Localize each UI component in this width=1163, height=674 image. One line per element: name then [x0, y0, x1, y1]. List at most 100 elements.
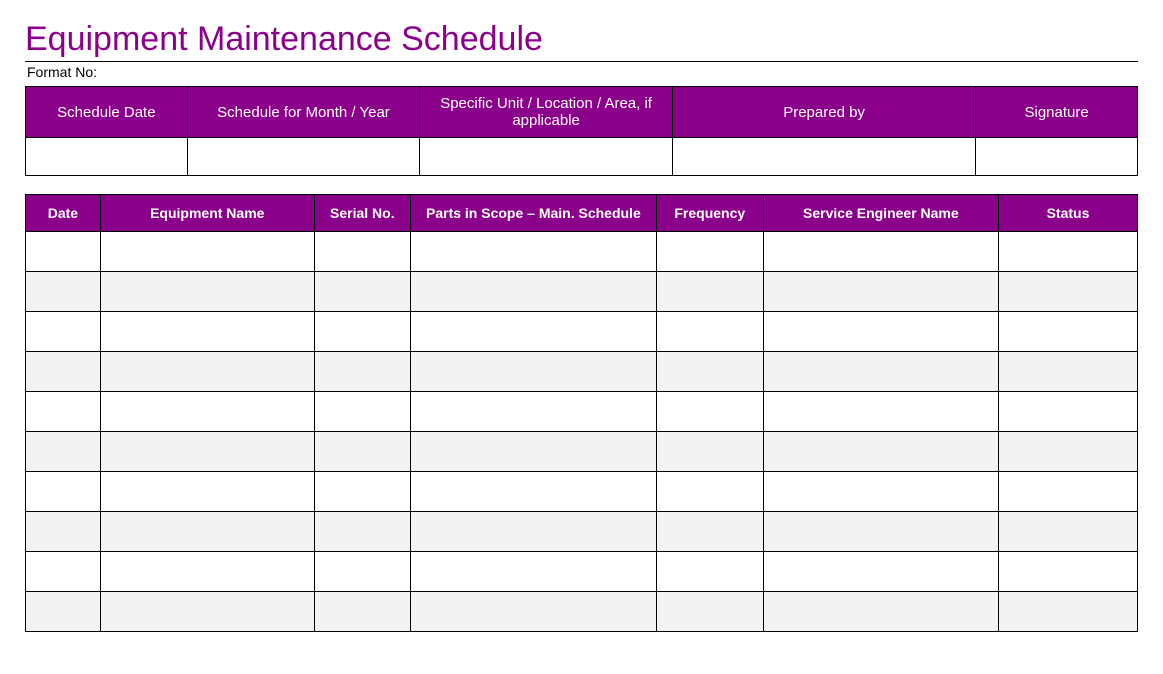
col-unit-location: Specific Unit / Location / Area, if appl… — [420, 87, 673, 138]
table-cell[interactable] — [656, 352, 763, 392]
table-cell[interactable] — [314, 472, 410, 512]
table-cell[interactable] — [998, 432, 1137, 472]
table-cell[interactable] — [100, 552, 314, 592]
table-cell[interactable] — [656, 432, 763, 472]
table-cell[interactable] — [763, 472, 998, 512]
table-cell[interactable] — [656, 392, 763, 432]
table-cell[interactable] — [410, 552, 656, 592]
table-cell[interactable] — [998, 352, 1137, 392]
table-cell[interactable] — [100, 232, 314, 272]
table-cell[interactable] — [656, 312, 763, 352]
table-cell[interactable] — [314, 312, 410, 352]
col-frequency: Frequency — [656, 195, 763, 232]
table-cell[interactable] — [998, 552, 1137, 592]
table-cell[interactable] — [656, 552, 763, 592]
table-cell[interactable] — [314, 272, 410, 312]
table-cell[interactable] — [410, 352, 656, 392]
table-cell[interactable] — [998, 272, 1137, 312]
table-cell[interactable] — [763, 432, 998, 472]
table-cell[interactable] — [656, 512, 763, 552]
table-cell[interactable] — [763, 392, 998, 432]
table-cell[interactable] — [998, 232, 1137, 272]
table-cell[interactable] — [763, 232, 998, 272]
table-cell[interactable] — [26, 592, 101, 632]
table-row — [26, 432, 1138, 472]
cell-signature[interactable] — [976, 138, 1138, 176]
col-date: Date — [26, 195, 101, 232]
table-row — [26, 472, 1138, 512]
table-row — [26, 352, 1138, 392]
header-info-table: Schedule Date Schedule for Month / Year … — [25, 86, 1138, 176]
table-cell[interactable] — [656, 592, 763, 632]
table-cell[interactable] — [314, 352, 410, 392]
header-info-columns-row: Schedule Date Schedule for Month / Year … — [26, 87, 1138, 138]
cell-schedule-month-year[interactable] — [187, 138, 420, 176]
table-cell[interactable] — [314, 592, 410, 632]
table-cell[interactable] — [763, 312, 998, 352]
table-cell[interactable] — [410, 472, 656, 512]
table-cell[interactable] — [998, 592, 1137, 632]
table-row — [26, 392, 1138, 432]
page-title: Equipment Maintenance Schedule — [25, 20, 1138, 59]
table-cell[interactable] — [410, 392, 656, 432]
cell-schedule-date[interactable] — [26, 138, 188, 176]
table-cell[interactable] — [998, 512, 1137, 552]
table-cell[interactable] — [656, 272, 763, 312]
table-cell[interactable] — [26, 472, 101, 512]
table-cell[interactable] — [100, 352, 314, 392]
table-cell[interactable] — [410, 272, 656, 312]
table-cell[interactable] — [314, 512, 410, 552]
table-row — [26, 512, 1138, 552]
table-cell[interactable] — [763, 352, 998, 392]
table-cell[interactable] — [26, 552, 101, 592]
table-cell[interactable] — [314, 432, 410, 472]
title-divider — [25, 61, 1138, 62]
table-cell[interactable] — [100, 312, 314, 352]
header-info-data-row — [26, 138, 1138, 176]
table-cell[interactable] — [26, 232, 101, 272]
table-cell[interactable] — [314, 552, 410, 592]
table-cell[interactable] — [410, 592, 656, 632]
table-cell[interactable] — [314, 392, 410, 432]
table-cell[interactable] — [998, 392, 1137, 432]
table-cell[interactable] — [410, 232, 656, 272]
col-schedule-date: Schedule Date — [26, 87, 188, 138]
table-cell[interactable] — [410, 512, 656, 552]
maintenance-schedule-table: Date Equipment Name Serial No. Parts in … — [25, 194, 1138, 632]
table-row — [26, 592, 1138, 632]
table-cell[interactable] — [26, 352, 101, 392]
table-cell[interactable] — [26, 392, 101, 432]
table-cell[interactable] — [26, 312, 101, 352]
document-page: Equipment Maintenance Schedule Format No… — [0, 0, 1163, 652]
table-cell[interactable] — [26, 512, 101, 552]
col-service-engineer: Service Engineer Name — [763, 195, 998, 232]
table-cell[interactable] — [998, 472, 1137, 512]
table-cell[interactable] — [998, 312, 1137, 352]
col-serial-no: Serial No. — [314, 195, 410, 232]
table-cell[interactable] — [763, 592, 998, 632]
table-cell[interactable] — [410, 312, 656, 352]
table-cell[interactable] — [26, 272, 101, 312]
table-cell[interactable] — [100, 472, 314, 512]
col-schedule-month-year: Schedule for Month / Year — [187, 87, 420, 138]
table-cell[interactable] — [100, 432, 314, 472]
table-row — [26, 552, 1138, 592]
table-cell[interactable] — [656, 472, 763, 512]
table-cell[interactable] — [100, 272, 314, 312]
col-status: Status — [998, 195, 1137, 232]
table-cell[interactable] — [763, 512, 998, 552]
table-cell[interactable] — [763, 272, 998, 312]
format-no-label: Format No: — [27, 64, 1138, 80]
table-cell[interactable] — [100, 512, 314, 552]
cell-prepared-by[interactable] — [672, 138, 975, 176]
table-cell[interactable] — [100, 592, 314, 632]
table-row — [26, 272, 1138, 312]
cell-unit-location[interactable] — [420, 138, 673, 176]
table-cell[interactable] — [763, 552, 998, 592]
table-cell[interactable] — [100, 392, 314, 432]
table-cell[interactable] — [314, 232, 410, 272]
table-gap — [25, 176, 1138, 194]
table-cell[interactable] — [656, 232, 763, 272]
table-cell[interactable] — [410, 432, 656, 472]
table-cell[interactable] — [26, 432, 101, 472]
